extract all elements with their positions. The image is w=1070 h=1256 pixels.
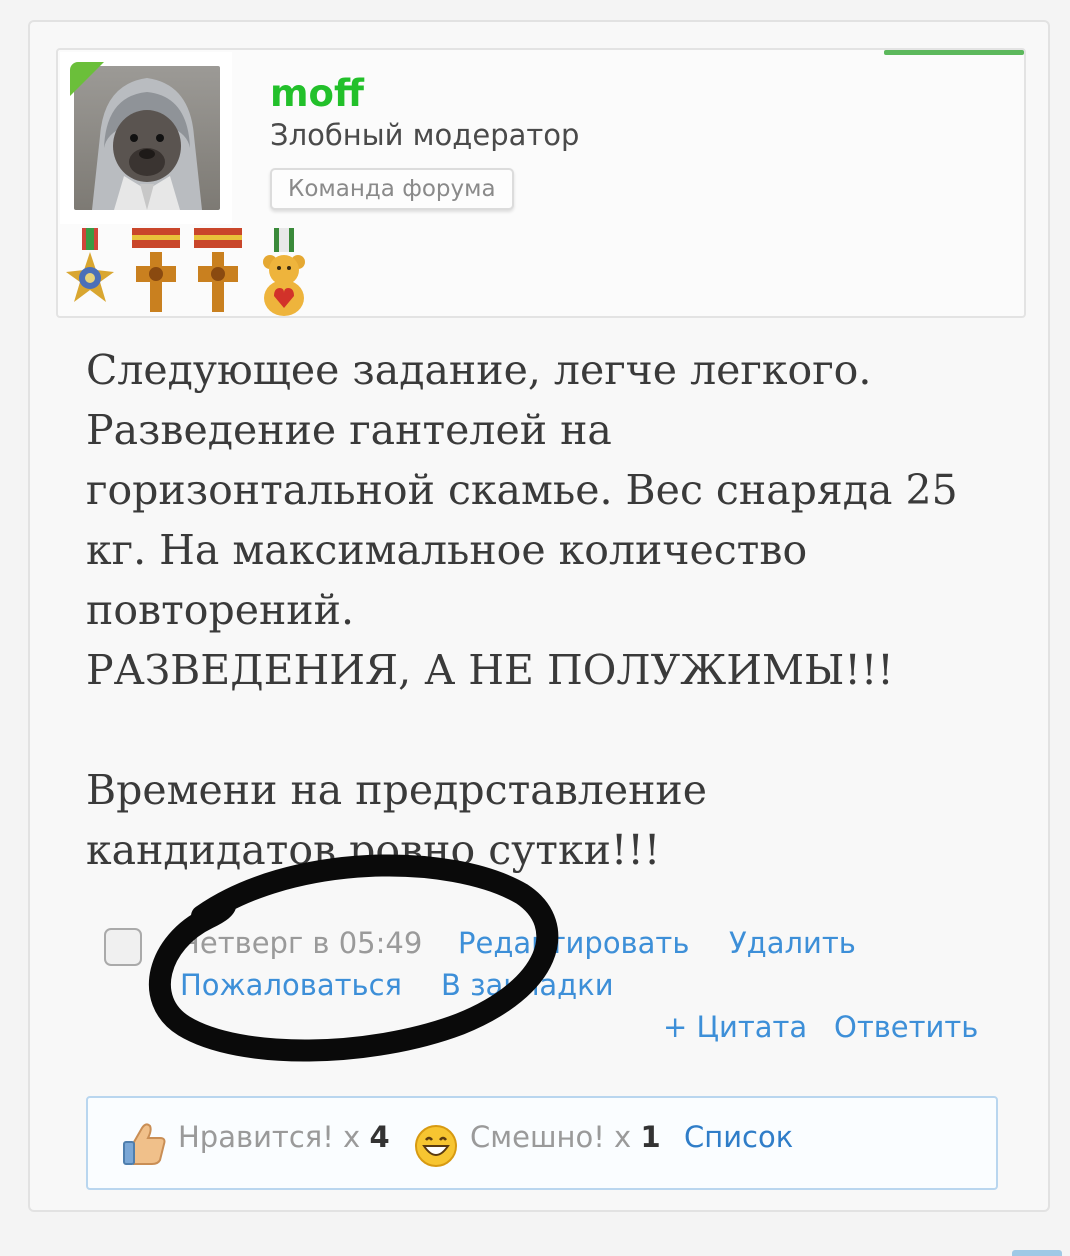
thumbs-up-icon	[123, 1123, 166, 1165]
laughing-smiley-icon	[415, 1125, 457, 1167]
select-post-checkbox[interactable]	[104, 928, 142, 966]
funny-label: Смешно! x	[470, 1120, 632, 1154]
bookmark-link[interactable]: В закладки	[441, 968, 614, 1002]
funny-count: 1	[640, 1120, 661, 1154]
cross-medal-icon[interactable]	[190, 226, 246, 318]
delete-link[interactable]: Удалить	[729, 926, 856, 960]
edit-link[interactable]: Редактировать	[458, 926, 689, 960]
medals-row	[60, 226, 320, 318]
avatar-frame	[60, 52, 232, 224]
post-date[interactable]: Четверг в 05:49	[180, 926, 422, 960]
author-card-accent	[884, 50, 1024, 55]
order-star-medal-icon[interactable]	[62, 226, 118, 318]
like-label: Нравится! x	[178, 1120, 361, 1154]
cross-medal-icon[interactable]	[128, 226, 184, 318]
reactions-list-link[interactable]: Список	[684, 1120, 793, 1154]
username-link[interactable]: moff	[270, 72, 364, 115]
quote-link[interactable]: + Цитата	[663, 1010, 807, 1044]
author-card: moff Злобный модератор Команда форума	[56, 48, 1026, 318]
user-title: Злобный модератор	[270, 118, 580, 152]
like-count: 4	[369, 1120, 390, 1154]
reply-link[interactable]: Ответить	[834, 1010, 978, 1044]
post-body: Следующее задание, легче легкого. Развед…	[86, 346, 958, 874]
report-link[interactable]: Пожаловаться	[180, 968, 402, 1002]
corner-tab	[1012, 1250, 1062, 1256]
forum-post: moff Злобный модератор Команда форума Сл…	[28, 20, 1050, 1212]
like-reaction[interactable]: Нравится! x 4	[178, 1120, 390, 1154]
user-group-badge: Команда форума	[270, 168, 514, 210]
funny-reaction[interactable]: Смешно! x 1	[470, 1120, 661, 1154]
reactions-bar: Нравится! x 4 Смешно! x 1 Список	[86, 1096, 998, 1190]
teddy-bear-medal-icon[interactable]	[256, 226, 312, 318]
online-indicator-icon	[70, 62, 104, 96]
